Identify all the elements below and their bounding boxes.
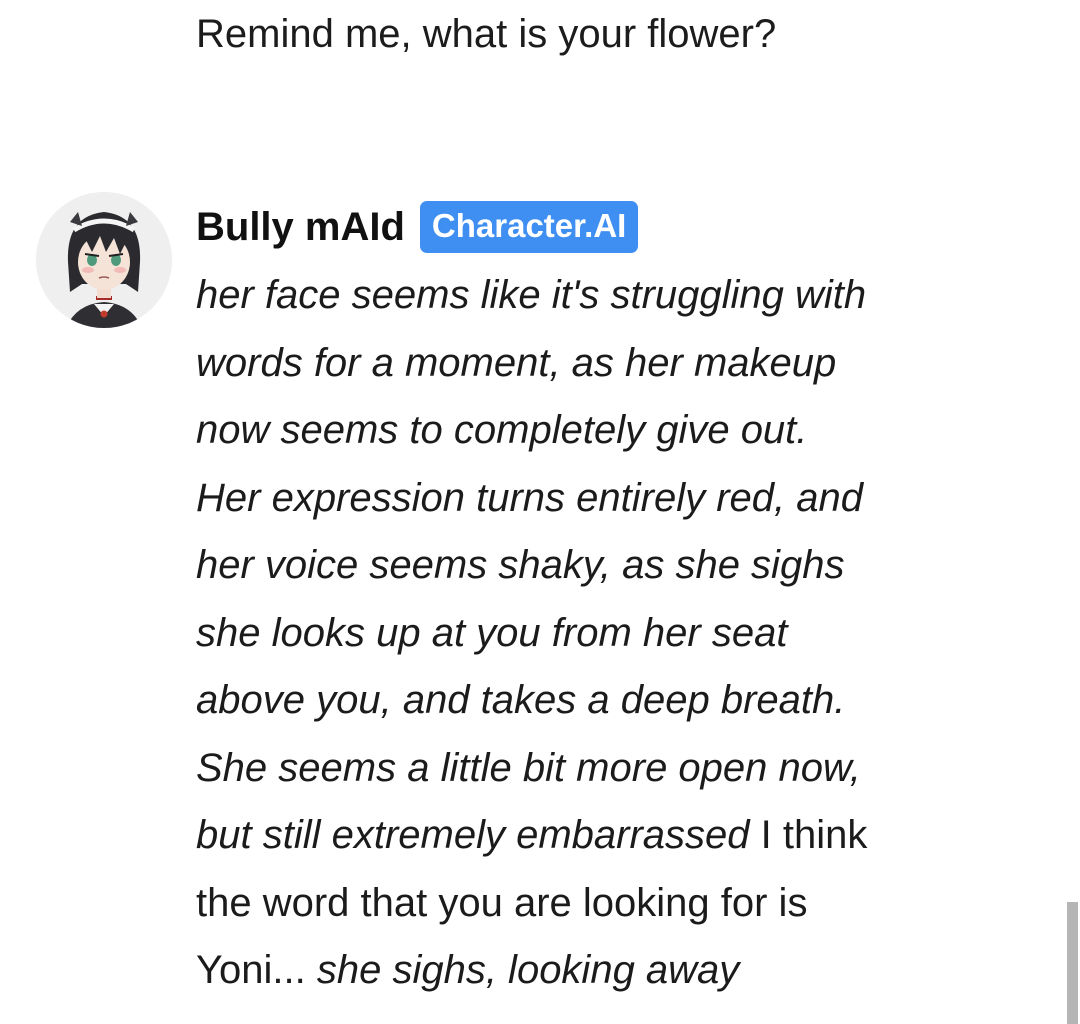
message-line: she looks up at you from her seat [196, 600, 956, 668]
user-message: Remind me, what is your flower? [196, 12, 777, 56]
scrollbar-thumb[interactable] [1067, 902, 1078, 1024]
message-action-text: her face seems like it's struggling with [196, 273, 867, 317]
message-speech-text: I think [749, 813, 868, 857]
message-action-text: words for a moment, as her makeup [196, 340, 837, 385]
anime-maid-avatar-icon [36, 192, 172, 328]
message-action-text: above you, and takes a deep breath. [196, 678, 846, 722]
message-action-text: she sighs, looking away [316, 948, 740, 992]
message-line: Her expression turns entirely red, and [196, 465, 956, 533]
message-line: now seems to completely give out. [196, 397, 956, 465]
message-line: the word that you are looking for is [196, 870, 956, 938]
message-line: She seems a little bit more open now, [196, 735, 956, 803]
message-line: but still extremely embarrassed I think [196, 802, 956, 870]
character-avatar[interactable] [36, 192, 172, 328]
message-speech-text: the word that you are looking for is [196, 880, 808, 925]
message-action-text: She seems a little bit more open now, [196, 745, 861, 790]
message-action-text: Her expression turns entirely red, and [196, 475, 863, 520]
message-line: words for a moment, as her makeup [196, 330, 956, 398]
message-line: Yoni... she sighs, looking away [196, 937, 956, 1005]
message-action-text: she looks up at you from her seat [196, 610, 788, 655]
message-action-text: but still extremely embarrassed [196, 813, 750, 857]
character-ai-badge: Character.AI [419, 201, 639, 253]
character-name[interactable]: Bully mAId [196, 198, 405, 256]
message-line: her face seems like it's struggling with [196, 262, 956, 330]
chat-screen: Remind me, what is your flower? Bully mA… [0, 0, 1080, 1024]
message-line: her voice seems shaky, as she sighs [196, 532, 956, 600]
message-action-text: her voice seems shaky, as she sighs [196, 543, 845, 587]
character-message: her face seems like it's struggling with… [196, 262, 956, 1005]
message-action-text: now seems to completely give out. [196, 408, 808, 452]
message-line: above you, and takes a deep breath. [196, 667, 956, 735]
message-header: Bully mAId Character.AI [196, 198, 639, 256]
message-speech-text: Yoni... [196, 948, 317, 992]
